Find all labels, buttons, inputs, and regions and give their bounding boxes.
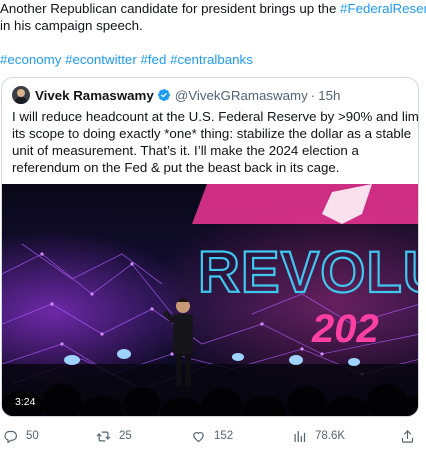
quoted-tweet-text: I will reduce headcount at the U.S. Fede…	[12, 108, 419, 176]
avatar[interactable]	[12, 86, 30, 104]
verified-badge-icon	[157, 89, 170, 101]
hashtag-econtwitter-link[interactable]: #econtwitter	[65, 52, 137, 67]
quoted-text-line-3: unit of measurement. That’s it. I’ll mak…	[12, 143, 359, 158]
author-handle[interactable]: @VivekGRamaswamy	[175, 88, 308, 103]
retweet-button[interactable]: 25	[96, 426, 132, 446]
hashtag-federalreserve-link[interactable]: #FederalReserve	[340, 1, 426, 16]
heart-icon	[193, 431, 204, 442]
reply-icon	[4, 430, 18, 443]
tweet-text: Another Republican candidate for preside…	[0, 0, 426, 34]
reply-button[interactable]: 50	[3, 426, 39, 446]
reply-count: 50	[26, 430, 39, 442]
like-button[interactable]: 152	[191, 426, 233, 446]
quoted-text-line-4: referendum on the Fed & put the beast ba…	[12, 160, 340, 175]
like-count: 152	[214, 430, 234, 442]
hashtag-fed-link[interactable]: #fed	[140, 52, 166, 67]
separator-dot: ·	[310, 87, 316, 103]
retweet-icon	[96, 431, 111, 441]
tweet-text-line-1: Another Republican candidate for preside…	[0, 0, 426, 17]
timestamp[interactable]: 15h	[318, 88, 340, 103]
video-duration-badge: 3:24	[11, 395, 40, 409]
view-count: 78.6K	[315, 430, 346, 442]
hashtag-economy-link[interactable]: #economy	[0, 52, 61, 67]
tweet-text-prefix: Another Republican candidate for preside…	[0, 1, 341, 16]
hashtag-list: #economy #econtwitter #fed #centralbanks	[0, 51, 253, 68]
video-player[interactable]: REVOLU 202	[2, 184, 419, 416]
analytics-icon	[294, 430, 306, 442]
action-bar: 50 25 152 78.6K	[0, 426, 426, 446]
tweet-text-line-2: in his campaign speech.	[0, 18, 143, 33]
quoted-text-line-2: its scope to doing exactly *one* thing: …	[12, 126, 412, 141]
stage-sign-text: REVOLU	[198, 240, 419, 305]
stage-year-text: 202	[311, 307, 379, 351]
retweet-count: 25	[119, 430, 132, 442]
share-icon	[401, 429, 414, 443]
quoted-tweet[interactable]: Vivek Ramaswamy @VivekGRamaswamy · 15h I…	[1, 77, 419, 417]
quoted-text-line-1: I will reduce headcount at the U.S. Fede…	[12, 109, 419, 124]
hashtag-centralbanks-link[interactable]: #centralbanks	[170, 52, 253, 67]
share-button[interactable]	[400, 426, 423, 446]
quoted-tweet-header: Vivek Ramaswamy @VivekGRamaswamy · 15h	[12, 86, 340, 104]
views-button[interactable]: 78.6K	[292, 426, 345, 446]
video-frame: REVOLU 202	[2, 184, 419, 416]
author-name[interactable]: Vivek Ramaswamy	[35, 88, 154, 103]
